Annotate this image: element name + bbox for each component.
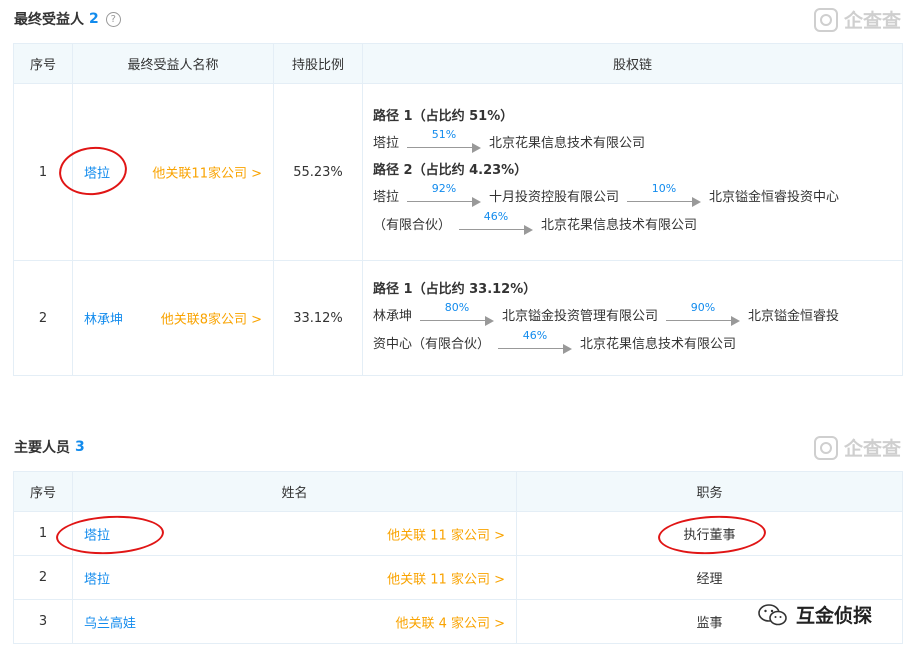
chain-percentage: 46% xyxy=(483,209,509,223)
chain-entity: 塔拉 xyxy=(373,136,400,151)
table-row: 2 林承坤 他关联8家公司 > 33.12% 路径 1（占比约 33.12%） 林… xyxy=(13,260,903,376)
related-companies-link[interactable]: 他关联8家公司 > xyxy=(161,309,262,328)
chain-entity: 十月投资控股有限公司 xyxy=(489,190,620,205)
share-ratio: 33.12% xyxy=(273,260,363,376)
watermark: 企查查 xyxy=(813,434,901,461)
chain-entity: 北京镒金恒睿投 xyxy=(748,309,840,324)
person-name-link[interactable]: 塔拉 xyxy=(84,568,110,587)
row-index: 2 xyxy=(13,555,73,600)
watermark-text: 企查查 xyxy=(843,10,901,32)
personnel-count: 3 xyxy=(75,439,85,455)
qichacha-logo-icon xyxy=(813,435,838,460)
beneficiaries-count: 2 xyxy=(89,11,99,27)
beneficiary-name-cell: 塔拉 他关联11家公司 > xyxy=(72,83,274,261)
header-role: 职务 xyxy=(516,471,903,512)
chain-entity: 林承坤 xyxy=(373,309,413,324)
row-index: 1 xyxy=(13,511,73,556)
related-companies-link[interactable]: 他关联 11 家公司 > xyxy=(387,568,505,587)
path-title: 路径 1（占比约 33.12%） xyxy=(373,282,537,297)
chain-arrow-icon: 46% xyxy=(459,210,534,236)
related-companies-link[interactable]: 他关联 4 家公司 > xyxy=(395,612,505,631)
chain-entity: 北京花果信息技术有限公司 xyxy=(541,218,698,233)
table-row: 2 塔拉 他关联 11 家公司 > 经理 xyxy=(13,555,903,600)
wechat-icon xyxy=(758,603,787,625)
chain-percentage: 92% xyxy=(431,181,457,195)
person-name-link[interactable]: 塔拉 xyxy=(84,524,110,543)
beneficiary-name-link[interactable]: 林承坤 xyxy=(84,309,123,328)
chain-entity: 北京花果信息技术有限公司 xyxy=(580,337,737,352)
chain-entity: 北京镒金投资管理有限公司 xyxy=(502,309,659,324)
chain-line: 塔拉 51% 北京花果信息技术有限公司 xyxy=(373,128,892,158)
row-index: 1 xyxy=(13,83,73,261)
table-header-row: 序号 姓名 职务 xyxy=(13,471,903,512)
row-index: 3 xyxy=(13,599,73,644)
header-ratio: 持股比例 xyxy=(273,43,363,84)
path-title: 路径 1（占比约 51%） xyxy=(373,109,514,124)
table-row: 1 塔拉 他关联 11 家公司 > 执行董事 xyxy=(13,511,903,556)
person-name-link[interactable]: 乌兰高娃 xyxy=(84,612,136,631)
chain-entity: 北京镒金恒睿投资中心 xyxy=(709,190,840,205)
personnel-title-text: 主要人员 xyxy=(14,440,70,456)
chain-line: 塔拉 92% 十月投资控股有限公司 10% 北京镒金恒睿投资中心 xyxy=(373,182,892,212)
chain-arrow-icon: 51% xyxy=(407,128,482,154)
qichacha-logo-icon xyxy=(813,7,838,32)
chain-line: 林承坤 80% 北京镒金投资管理有限公司 90% 北京镒金恒睿投 xyxy=(373,301,892,331)
equity-chain: 路径 1（占比约 33.12%） 林承坤 80% 北京镒金投资管理有限公司 90% 北京镒… xyxy=(362,260,903,376)
header-chain: 股权链 xyxy=(362,43,903,84)
personnel-title: 主要人员 3 xyxy=(14,437,85,457)
chain-line: 资中心（有限合伙） 46% 北京花果信息技术有限公司 xyxy=(373,329,892,359)
person-name-cell: 乌兰高娃 他关联 4 家公司 > xyxy=(72,599,517,644)
table-header-row: 序号 最终受益人名称 持股比例 股权链 xyxy=(13,43,903,84)
chain-arrow-icon: 80% xyxy=(420,301,495,327)
header-person-name: 姓名 xyxy=(72,471,517,512)
watermark-text: 企查查 xyxy=(843,438,901,460)
beneficiaries-title: 最终受益人 2 ? xyxy=(14,9,121,29)
chain-entity: 塔拉 xyxy=(373,190,400,205)
share-ratio: 55.23% xyxy=(273,83,363,261)
person-role: 经理 xyxy=(516,555,903,600)
chain-entity: 资中心（有限合伙） xyxy=(373,337,491,352)
beneficiary-name-cell: 林承坤 他关联8家公司 > xyxy=(72,260,274,376)
person-name-cell: 塔拉 他关联 11 家公司 > xyxy=(72,511,517,556)
row-index: 2 xyxy=(13,260,73,376)
header-name: 最终受益人名称 xyxy=(72,43,274,84)
chain-percentage: 90% xyxy=(690,300,716,314)
chain-arrow-icon: 10% xyxy=(627,182,702,208)
watermark: 企查查 xyxy=(813,6,901,33)
chain-arrow-icon: 92% xyxy=(407,182,482,208)
beneficiaries-table: 序号 最终受益人名称 持股比例 股权链 1 塔拉 他关联11家公司 > 55.2… xyxy=(13,43,903,376)
chain-percentage: 80% xyxy=(444,300,470,314)
chain-arrow-icon: 90% xyxy=(666,301,741,327)
related-companies-link[interactable]: 他关联11家公司 > xyxy=(152,163,262,182)
footer-brand: 互金侦探 xyxy=(758,601,872,628)
chain-arrow-icon: 46% xyxy=(498,329,573,355)
person-role: 执行董事 xyxy=(516,511,903,556)
chain-entity: （有限合伙） xyxy=(373,218,452,233)
related-companies-link[interactable]: 他关联 11 家公司 > xyxy=(387,524,505,543)
chain-percentage: 10% xyxy=(651,181,677,195)
path-title: 路径 2（占比约 4.23%） xyxy=(373,163,528,178)
table-row: 1 塔拉 他关联11家公司 > 55.23% 路径 1（占比约 51%） 塔拉 51… xyxy=(13,83,903,261)
equity-chain: 路径 1（占比约 51%） 塔拉 51% 北京花果信息技术有限公司 路径 2（占比约 4… xyxy=(362,83,903,261)
chain-percentage: 51% xyxy=(431,127,457,141)
beneficiaries-title-text: 最终受益人 xyxy=(14,12,84,28)
header-index: 序号 xyxy=(13,43,73,84)
chain-percentage: 46% xyxy=(522,328,548,342)
header-index: 序号 xyxy=(13,471,73,512)
chain-entity: 北京花果信息技术有限公司 xyxy=(489,136,646,151)
person-name-cell: 塔拉 他关联 11 家公司 > xyxy=(72,555,517,600)
help-icon[interactable]: ? xyxy=(105,11,121,27)
chain-line: （有限合伙） 46% 北京花果信息技术有限公司 xyxy=(373,210,892,240)
beneficiary-name-link[interactable]: 塔拉 xyxy=(84,163,110,182)
footer-brand-text: 互金侦探 xyxy=(796,605,873,627)
